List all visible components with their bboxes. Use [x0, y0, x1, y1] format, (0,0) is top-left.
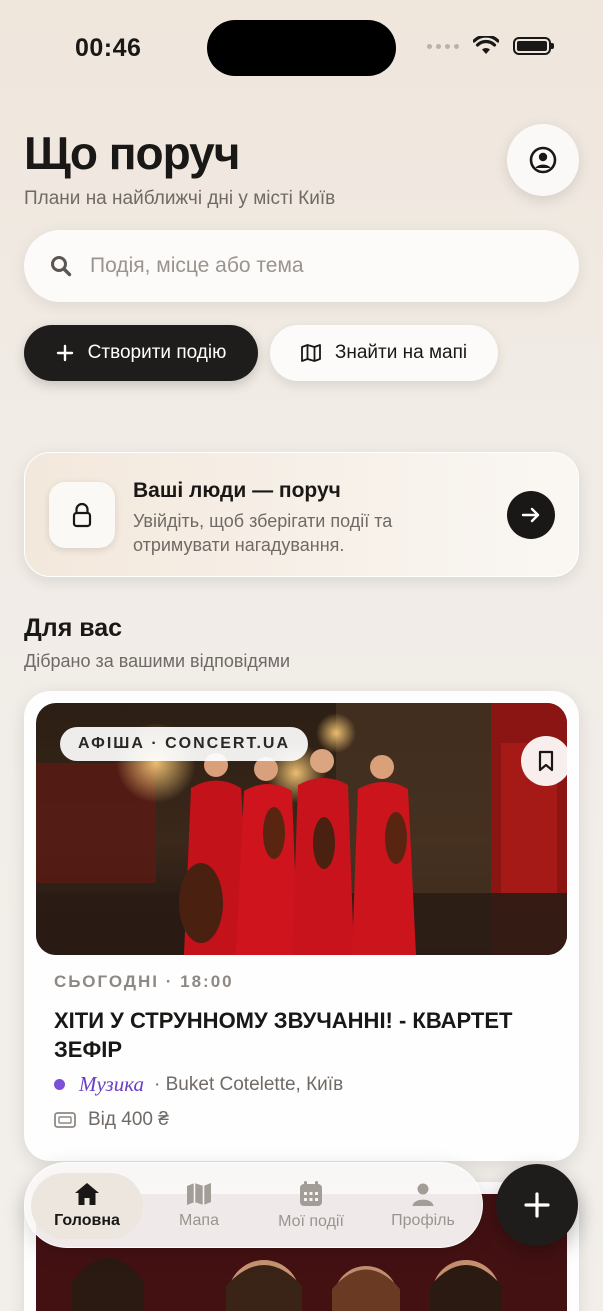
map-icon	[187, 1183, 211, 1205]
event-price: Від 400 ₴	[88, 1109, 169, 1130]
event-datetime: СЬОГОДНІ · 18:00	[54, 972, 234, 991]
page-title: Що поруч	[24, 127, 240, 179]
tab-map-label: Мапа	[179, 1212, 219, 1229]
find-on-map-label: Знайти на мапі	[334, 342, 468, 363]
home-icon	[75, 1183, 99, 1205]
profile-button[interactable]	[507, 124, 579, 196]
tab-map[interactable]: Мапа	[143, 1173, 255, 1239]
map-icon	[300, 344, 321, 362]
status-indicators	[427, 36, 554, 56]
event-meta: Музика · Buket Cotelette, Київ	[54, 1072, 343, 1097]
bookmark-icon	[538, 750, 554, 772]
tab-profile[interactable]: Профіль	[367, 1173, 479, 1239]
calendar-icon	[300, 1181, 322, 1206]
lock-tile	[49, 482, 115, 548]
tab-bar: Головна Мапа Мої події Профіль	[24, 1162, 483, 1248]
source-badge: АФІША · CONCERT.UA	[60, 727, 308, 761]
for-you-subtitle: Дібрано за вашими відповідями	[24, 651, 291, 671]
lock-icon	[72, 502, 92, 528]
create-event-label: Створити подію	[87, 342, 227, 363]
ticket-icon	[54, 1112, 76, 1128]
login-prompt-card[interactable]: Ваші люди — поруч Увійдіть, щоб зберігат…	[24, 452, 579, 577]
person-icon	[412, 1183, 434, 1206]
search-input[interactable]	[90, 254, 530, 278]
search-icon	[51, 256, 72, 277]
page-subtitle: Плани на найближчі дні у місті Київ	[24, 188, 336, 209]
find-on-map-button[interactable]: Знайти на мапі	[270, 325, 498, 381]
login-arrow-button[interactable]	[507, 491, 555, 539]
add-fab-button[interactable]	[496, 1164, 578, 1246]
dynamic-island	[207, 20, 396, 76]
login-card-text: Увійдіть, щоб зберігати події та отримув…	[133, 511, 393, 555]
event-venue: · Buket Cotelette, Київ	[154, 1073, 344, 1095]
user-circle-icon	[529, 146, 557, 174]
plus-icon	[524, 1192, 550, 1218]
tab-home[interactable]: Головна	[31, 1173, 143, 1239]
cellular-signal-icon	[427, 43, 459, 49]
bookmark-button[interactable]	[521, 736, 567, 786]
event-card[interactable]: АФІША · CONCERT.UA СЬОГОДНІ · 18:00 ХІТИ…	[24, 691, 579, 1161]
status-time: 00:46	[75, 34, 142, 62]
login-card-title: Ваші люди — поруч	[133, 479, 341, 502]
status-bar: 00:46	[0, 0, 603, 96]
battery-icon	[513, 37, 554, 55]
arrow-right-icon	[521, 507, 540, 523]
event-image: АФІША · CONCERT.UA	[36, 703, 567, 955]
create-event-button[interactable]: Створити подію	[24, 325, 258, 381]
event-category: Музика	[79, 1072, 145, 1096]
for-you-title: Для вас	[24, 614, 123, 642]
category-dot	[54, 1079, 65, 1090]
event-title: ХІТИ У СТРУННОМУ ЗВУЧАННІ! - КВАРТЕТ ЗЕФ…	[54, 1008, 513, 1062]
wifi-icon	[473, 36, 499, 54]
plus-icon	[56, 344, 73, 362]
search-box[interactable]	[24, 230, 579, 302]
tab-home-label: Головна	[54, 1212, 120, 1229]
tab-my-events[interactable]: Мої події	[255, 1173, 367, 1239]
tab-my-events-label: Мої події	[278, 1213, 344, 1230]
tab-profile-label: Профіль	[391, 1212, 455, 1229]
event-price-row: Від 400 ₴	[54, 1109, 169, 1131]
